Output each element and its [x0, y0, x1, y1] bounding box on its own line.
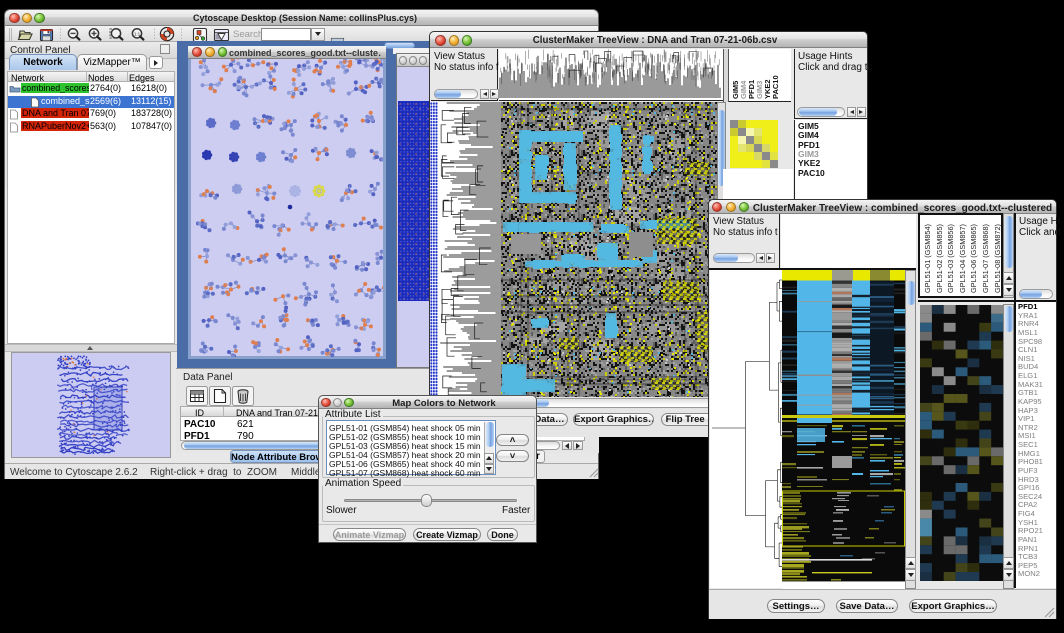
svg-text:1:1: 1:1 — [134, 32, 141, 37]
